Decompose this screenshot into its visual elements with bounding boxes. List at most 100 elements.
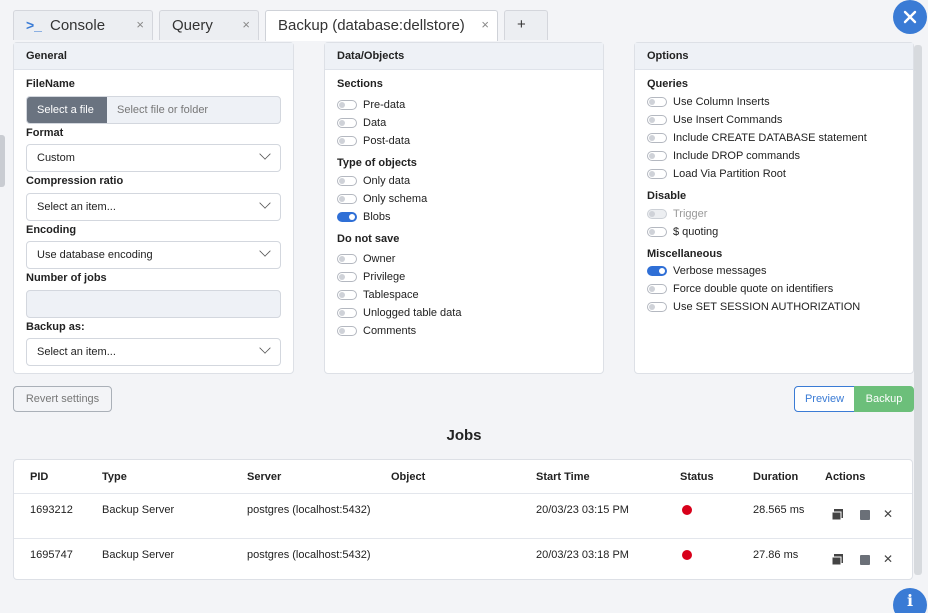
tab-backup-label: Backup (database:dellstore) [278, 17, 465, 34]
select-file-button[interactable]: Select a file [27, 97, 107, 123]
toggle-switch[interactable] [647, 284, 667, 295]
toggle-load-via-partition-root[interactable]: Load Via Partition Root [647, 168, 786, 180]
tab-add[interactable]: + [504, 10, 548, 40]
view-logs-icon[interactable] [831, 553, 846, 569]
revert-settings-button[interactable]: Revert settings [13, 386, 112, 412]
toggle-privilege[interactable]: Privilege [337, 271, 405, 283]
encoding-select[interactable]: Use database encoding [26, 241, 281, 269]
toggle-include-drop-commands[interactable]: Include DROP commands [647, 150, 800, 162]
close-icon[interactable]: × [242, 17, 250, 32]
toggle-data[interactable]: Data [337, 117, 386, 129]
toggle-set-session-authorization[interactable]: Use SET SESSION AUTHORIZATION [647, 301, 860, 313]
info-icon[interactable]: i [893, 588, 927, 613]
stop-icon[interactable] [860, 555, 870, 565]
toggle-unlogged-table-data[interactable]: Unlogged table data [337, 307, 461, 319]
toggle-switch[interactable] [337, 136, 357, 147]
toggle-switch[interactable] [647, 133, 667, 144]
toggle-switch[interactable] [337, 118, 357, 129]
general-panel: General FileName Select a file Select fi… [13, 42, 294, 374]
format-select[interactable]: Custom [26, 144, 281, 172]
jobs-count-label: Number of jobs [26, 272, 107, 284]
data-objects-title: Data/Objects [325, 43, 603, 70]
format-label: Format [26, 127, 64, 139]
delete-icon[interactable]: ✕ [883, 552, 893, 566]
toggle-switch[interactable] [337, 272, 357, 283]
error-status-icon [682, 505, 692, 515]
toggle-switch[interactable] [337, 290, 357, 301]
toggle-force-double-quote[interactable]: Force double quote on identifiers [647, 283, 833, 295]
tab-console[interactable]: >_ Console × [13, 10, 153, 40]
toggle-label: Tablespace [363, 289, 419, 302]
stop-icon[interactable] [860, 510, 870, 520]
miscellaneous-title: Miscellaneous [647, 248, 723, 260]
toggle-switch[interactable] [647, 302, 667, 313]
tab-query[interactable]: Query × [159, 10, 259, 40]
toggle-switch[interactable] [647, 227, 667, 238]
toggle-switch[interactable] [337, 254, 357, 265]
toggle-switch[interactable] [337, 212, 357, 223]
toggle-comments[interactable]: Comments [337, 325, 416, 337]
start-time-cell: 20/03/23 03:18 PM [536, 549, 629, 561]
tools-icon[interactable] [893, 0, 927, 34]
options-title: Options [635, 43, 913, 70]
toggle-label: Use Insert Commands [673, 114, 783, 127]
toggle-switch[interactable] [337, 308, 357, 319]
toggle-switch[interactable] [337, 100, 357, 111]
compression-value: Select an item... [37, 201, 116, 213]
toggle-only-schema[interactable]: Only schema [337, 193, 427, 205]
delete-icon[interactable]: ✕ [883, 507, 893, 521]
view-logs-icon[interactable] [831, 508, 846, 524]
toggle-switch[interactable] [337, 194, 357, 205]
col-actions: Actions [825, 471, 866, 483]
disable-title: Disable [647, 190, 687, 202]
chevron-down-icon [259, 342, 271, 354]
toggle-label: Use SET SESSION AUTHORIZATION [673, 301, 861, 314]
toggle-switch[interactable] [337, 176, 357, 187]
file-path-input[interactable]: Select file or folder [117, 104, 208, 116]
preview-button[interactable]: Preview [794, 386, 855, 412]
toggle-switch[interactable] [647, 266, 667, 277]
toggle-dollar-quoting[interactable]: $ quoting [647, 226, 718, 238]
toggle-post-data[interactable]: Post-data [337, 135, 410, 147]
toggle-pre-data[interactable]: Pre-data [337, 99, 405, 111]
toggle-verbose-messages[interactable]: Verbose messages [647, 265, 767, 277]
type-of-objects-title: Type of objects [337, 157, 417, 169]
toggle-switch[interactable] [647, 97, 667, 108]
toggle-use-column-inserts[interactable]: Use Column Inserts [647, 96, 770, 108]
toggle-label: Comments [363, 325, 417, 338]
vertical-scrollbar[interactable] [914, 45, 922, 575]
toggle-label: $ quoting [673, 226, 719, 239]
compression-label: Compression ratio [26, 175, 124, 187]
col-type: Type [102, 471, 127, 483]
tab-backup[interactable]: Backup (database:dellstore) × [265, 10, 498, 41]
toggle-label: Verbose messages [673, 265, 767, 278]
toggle-only-data[interactable]: Only data [337, 175, 410, 187]
toggle-switch[interactable] [337, 326, 357, 337]
toggle-switch[interactable] [647, 115, 667, 126]
toggle-use-insert-commands[interactable]: Use Insert Commands [647, 114, 782, 126]
toggle-tablespace[interactable]: Tablespace [337, 289, 419, 301]
general-title: General [14, 43, 293, 70]
backup-as-select[interactable]: Select an item... [26, 338, 281, 366]
close-icon[interactable]: × [136, 17, 144, 32]
jobs-table: PID Type Server Object Start Time Status… [13, 459, 913, 580]
format-value: Custom [37, 152, 75, 164]
backup-button[interactable]: Backup [854, 386, 914, 412]
chevron-down-icon [259, 197, 271, 209]
jobs-count-input[interactable] [26, 290, 281, 318]
toggle-include-create-database[interactable]: Include CREATE DATABASE statement [647, 132, 867, 144]
server-cell: postgres (localhost:5432) [247, 504, 371, 516]
compression-select[interactable]: Select an item... [26, 193, 281, 221]
col-pid: PID [30, 471, 49, 483]
toggle-label: Privilege [363, 271, 406, 284]
start-time-cell: 20/03/23 03:15 PM [536, 504, 629, 516]
table-row: 1695747 Backup Server postgres (localhos… [14, 538, 912, 579]
close-icon[interactable]: × [481, 17, 489, 32]
left-panel-handle[interactable] [0, 135, 5, 187]
toggle-owner[interactable]: Owner [337, 253, 395, 265]
toggle-switch[interactable] [647, 151, 667, 162]
toggle-blobs[interactable]: Blobs [337, 211, 391, 223]
chevron-down-icon [259, 245, 271, 257]
file-picker[interactable]: Select a file Select file or folder [26, 96, 281, 124]
toggle-switch[interactable] [647, 169, 667, 180]
